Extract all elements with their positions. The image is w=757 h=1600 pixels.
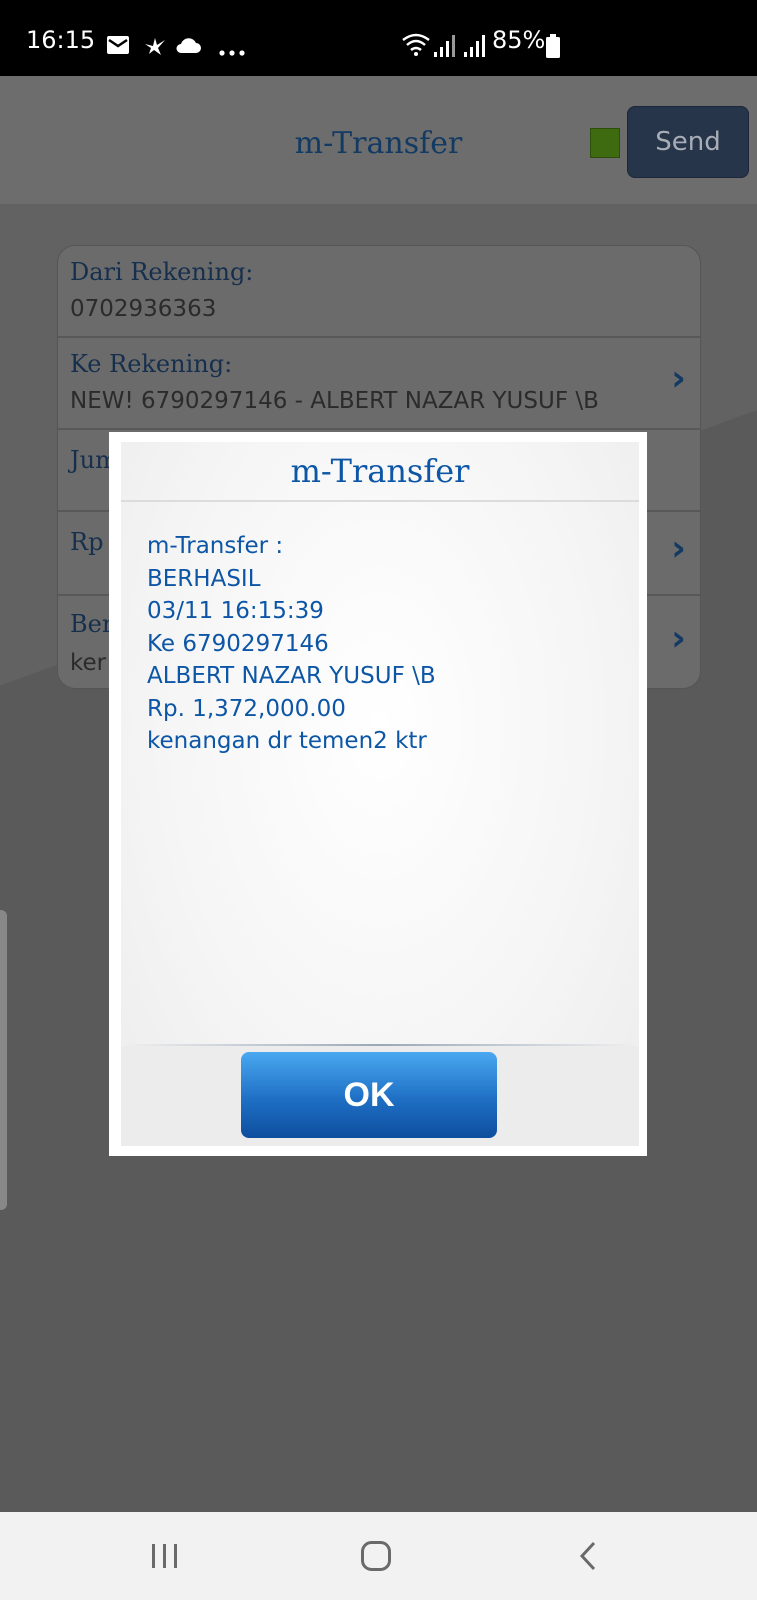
battery-icon [546, 34, 560, 62]
dialog-message: m-Transfer : BERHASIL 03/11 16:15:39 Ke … [147, 530, 617, 758]
message-line: BERHASIL [147, 565, 261, 592]
home-icon[interactable] [360, 1540, 392, 1576]
status-bar: 16:15 85% [0, 0, 757, 76]
dialog-title: m-Transfer [121, 442, 639, 502]
message-line: m-Transfer : [147, 533, 284, 559]
status-time: 16:15 [26, 26, 96, 54]
battery-percent: 85% [492, 26, 546, 54]
from-account-row[interactable]: Dari Rekening: 0702936363 [58, 246, 700, 338]
chevron-right-icon: › [671, 618, 686, 659]
more-dots-icon [218, 42, 246, 61]
message-line: 03/11 16:15:39 [147, 598, 324, 624]
cloud-icon [174, 36, 202, 58]
mail-icon [106, 35, 130, 59]
dialog-content: m-Transfer m-Transfer : BERHASIL 03/11 1… [121, 442, 639, 1146]
from-account-value: 0702936363 [70, 296, 217, 322]
note-value: ker [70, 650, 107, 676]
chevron-right-icon: › [671, 528, 686, 569]
result-dialog: m-Transfer m-Transfer : BERHASIL 03/11 1… [109, 432, 647, 1156]
app-header: m-Transfer Send [0, 76, 757, 206]
message-line: ALBERT NAZAR YUSUF \B [147, 663, 436, 689]
signal-icon [432, 34, 456, 62]
to-account-label: Ke Rekening: [70, 350, 233, 378]
message-line: Rp. 1,372,000.00 [147, 695, 346, 722]
note-label: Ber [70, 610, 114, 638]
to-account-value: NEW! 6790297146 - ALBERT NAZAR YUSUF \B [70, 388, 599, 414]
to-account-row[interactable]: Ke Rekening: NEW! 6790297146 - ALBERT NA… [58, 338, 700, 430]
chevron-right-icon: › [671, 358, 686, 399]
wifi-icon [401, 32, 431, 62]
status-indicator [590, 128, 620, 158]
signal-icon [462, 34, 486, 62]
from-account-label: Dari Rekening: [70, 258, 254, 286]
recent-apps-icon[interactable] [150, 1542, 180, 1574]
ok-button[interactable]: OK [241, 1052, 497, 1138]
edge-panel-handle[interactable] [0, 910, 7, 1210]
navigation-bar [0, 1512, 757, 1600]
message-line: Ke 6790297146 [147, 630, 329, 657]
send-button[interactable]: Send [627, 106, 749, 178]
amount-label: Rp [70, 528, 104, 556]
back-icon[interactable] [578, 1540, 598, 1576]
bird-icon [143, 34, 167, 60]
message-line: kenangan dr temen2 ktr [147, 728, 427, 754]
